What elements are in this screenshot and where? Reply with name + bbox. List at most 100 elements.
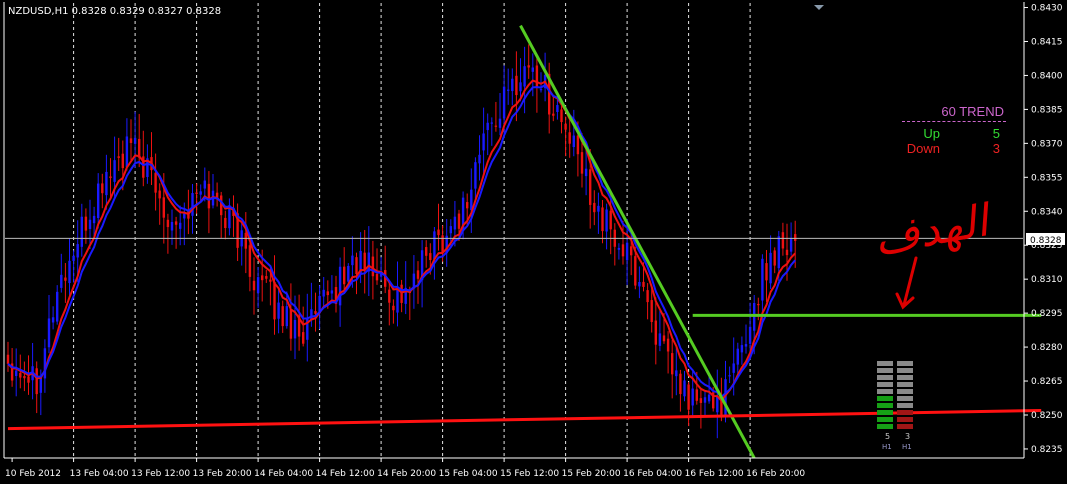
bullish-candle bbox=[691, 388, 694, 406]
bearish-candle bbox=[785, 249, 789, 256]
down-strength-bar bbox=[897, 403, 913, 408]
price-tick-label: 0.8415 bbox=[1031, 37, 1063, 47]
bullish-candle bbox=[675, 370, 678, 377]
bullish-candle bbox=[482, 133, 485, 151]
bearish-candle bbox=[666, 338, 670, 352]
bullish-candle bbox=[125, 136, 129, 168]
down-strength-bar bbox=[897, 375, 913, 380]
bearish-candle bbox=[371, 256, 375, 277]
bullish-candle bbox=[748, 326, 752, 344]
bullish-candle bbox=[539, 89, 543, 91]
bearish-candle bbox=[650, 300, 653, 322]
bearish-candle bbox=[695, 389, 698, 401]
bullish-candle bbox=[203, 180, 206, 189]
bearish-candle bbox=[642, 281, 645, 287]
bearish-candle bbox=[580, 152, 584, 174]
bearish-candle bbox=[794, 234, 797, 241]
bearish-candle bbox=[601, 207, 604, 232]
time-tick-label: 16 Feb 04:00 bbox=[623, 469, 682, 479]
bearish-candle bbox=[166, 219, 170, 228]
bullish-candle bbox=[523, 66, 526, 87]
bearish-candle bbox=[269, 279, 272, 282]
down-strength-bar bbox=[897, 396, 913, 401]
bullish-candle bbox=[658, 333, 662, 346]
bullish-candle bbox=[322, 289, 325, 297]
bullish-candle bbox=[474, 162, 477, 189]
trend-panel-divider bbox=[902, 121, 1006, 122]
bullish-candle bbox=[293, 319, 297, 339]
bullish-candle bbox=[769, 252, 772, 284]
time-tick-label: 15 Feb 04:00 bbox=[439, 469, 498, 479]
bearish-candle bbox=[158, 190, 161, 199]
down-strength-bar bbox=[897, 382, 913, 387]
bullish-candle bbox=[470, 189, 473, 211]
bearish-candle bbox=[671, 353, 674, 375]
trend-row-up: Up 5 bbox=[890, 126, 1006, 141]
bullish-candle bbox=[716, 396, 719, 413]
trend-up-value: 5 bbox=[992, 126, 1000, 141]
up-strength-bar bbox=[877, 410, 893, 415]
meter-down-timeframe: H1 bbox=[902, 443, 912, 451]
bearish-candle bbox=[273, 281, 276, 320]
time-tick-label: 10 Feb 2012 bbox=[5, 469, 61, 479]
bullish-candle bbox=[88, 219, 92, 229]
meter-down-count: 3 bbox=[905, 432, 910, 441]
bullish-candle bbox=[502, 86, 506, 119]
bearish-candle bbox=[207, 183, 211, 209]
up-strength-bar bbox=[877, 382, 893, 387]
bullish-candle bbox=[453, 216, 457, 230]
bullish-candle bbox=[724, 379, 727, 418]
bearish-candle bbox=[457, 213, 461, 229]
bullish-candle bbox=[330, 290, 334, 294]
time-tick-label: 16 Feb 20:00 bbox=[746, 469, 805, 479]
bearish-candle bbox=[494, 125, 498, 127]
price-tick-label: 0.8265 bbox=[1031, 377, 1063, 387]
bullish-candle bbox=[736, 348, 739, 365]
bearish-candle bbox=[252, 280, 256, 291]
price-tick-label: 0.8235 bbox=[1031, 445, 1063, 455]
bullish-candle bbox=[347, 265, 350, 282]
bearish-candle bbox=[314, 311, 317, 314]
bullish-candle bbox=[191, 193, 194, 216]
bullish-candle bbox=[170, 221, 174, 231]
chart-title: NZDUSD,H1 0.8328 0.8329 0.8327 0.8328 bbox=[8, 6, 222, 17]
bearish-candle bbox=[84, 216, 88, 231]
bearish-candle bbox=[375, 273, 379, 281]
bearish-candle bbox=[289, 309, 293, 339]
bearish-candle bbox=[244, 232, 247, 249]
bullish-candle bbox=[789, 237, 793, 252]
bullish-candle bbox=[617, 247, 621, 250]
bullish-candle bbox=[744, 344, 748, 347]
bullish-candle bbox=[478, 154, 481, 164]
bearish-candle bbox=[634, 256, 637, 286]
up-strength-bar bbox=[877, 417, 893, 422]
down-strength-bar bbox=[897, 417, 913, 422]
bearish-candle bbox=[527, 65, 530, 68]
bearish-candle bbox=[781, 232, 785, 249]
bearish-candle bbox=[609, 210, 612, 230]
price-tick-label: 0.8400 bbox=[1031, 71, 1063, 81]
bullish-candle bbox=[105, 171, 108, 196]
bullish-candle bbox=[498, 118, 502, 128]
trend-up-label: Up bbox=[923, 126, 940, 141]
bullish-candle bbox=[572, 135, 575, 148]
trend-panel: 60 TREND Up 5 Down 3 bbox=[890, 104, 1006, 156]
bearish-candle bbox=[630, 246, 633, 256]
trend-down-value: 3 bbox=[992, 141, 1000, 156]
bearish-candle bbox=[343, 266, 346, 285]
bearish-candle bbox=[355, 257, 358, 275]
bearish-candle bbox=[121, 153, 124, 169]
bearish-candle bbox=[429, 253, 432, 261]
price-chart[interactable]: 0.8430 0.8415 0.8400 0.8385 0.8370 0.8355 0.83… bbox=[0, 0, 1067, 484]
bearish-candle bbox=[162, 197, 165, 218]
bearish-candle bbox=[6, 354, 10, 364]
bearish-candle bbox=[302, 332, 305, 344]
up-strength-bar bbox=[877, 389, 893, 394]
bearish-candle bbox=[281, 306, 284, 327]
bearish-candle bbox=[154, 172, 157, 193]
bullish-candle bbox=[15, 370, 18, 377]
bullish-candle bbox=[51, 317, 55, 323]
bullish-candle bbox=[351, 255, 354, 266]
bearish-candle bbox=[326, 291, 329, 296]
bearish-candle bbox=[195, 192, 198, 194]
